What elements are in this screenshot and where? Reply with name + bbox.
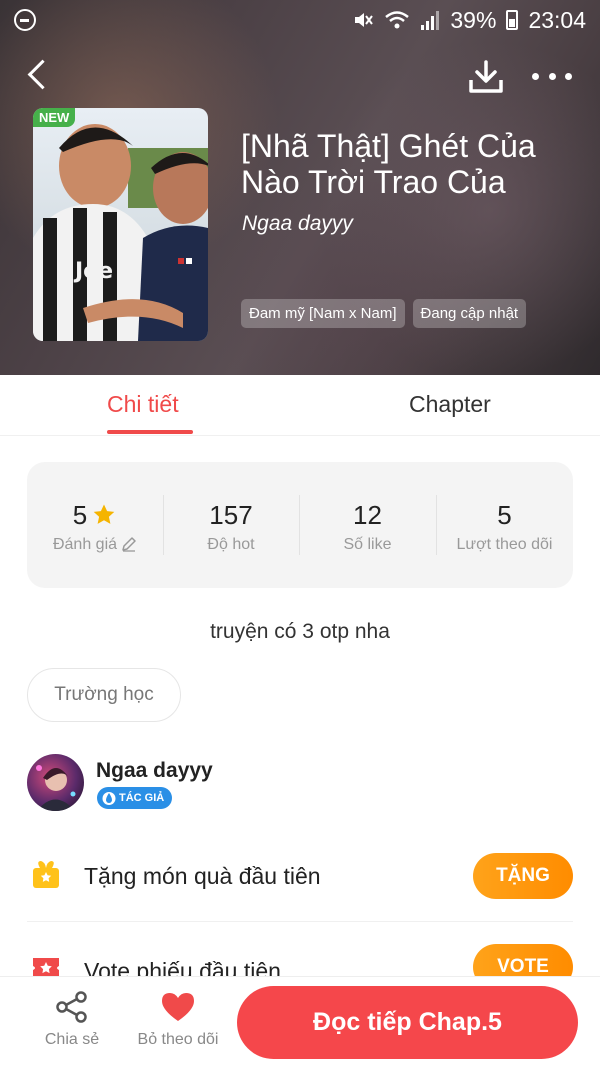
stat-rating-value-row: 5 [27, 500, 163, 531]
bottom-bar: Chia sẻ Bỏ theo dõi Đọc tiếp Chap.5 [0, 976, 600, 1067]
do-not-disturb-icon [14, 9, 36, 31]
stat-followers-label: Lượt theo dõi [456, 536, 553, 553]
author-card[interactable]: Ngaa dayyy TÁC GIẢ [27, 754, 573, 814]
tab-bar: Chi tiết Chapter [0, 375, 600, 436]
gift-row: Tặng món quà đầu tiên TẶNG [27, 841, 573, 922]
author-name[interactable]: Ngaa dayyy [96, 759, 213, 783]
gift-button[interactable]: TẶNG [473, 853, 573, 899]
story-description: truyện có 3 otp nha [210, 620, 390, 643]
stat-rating[interactable]: 5 Đánh giá [27, 462, 163, 588]
cover-image[interactable]: Jee NEW [33, 108, 208, 341]
share-icon [56, 991, 87, 1023]
stat-followers: 5 Lượt theo dõi [436, 462, 573, 588]
avatar-image [36, 765, 76, 811]
avatar[interactable] [27, 754, 84, 811]
battery-icon [506, 10, 519, 30]
story-author[interactable]: Ngaa dayyy [242, 212, 353, 236]
stat-likes: 12 Số like [299, 462, 436, 588]
battery-percent: 39% [450, 7, 497, 33]
star-icon [93, 504, 115, 524]
dot [548, 72, 556, 80]
tag-category[interactable]: Đam mỹ [Nam x Nam] [241, 299, 405, 328]
stat-likes-label: Số like [343, 536, 392, 553]
stat-rating-label-row: Đánh giá [27, 536, 163, 554]
stat-followers-value: 5 [497, 500, 512, 530]
share-label: Chia sẻ [44, 1031, 100, 1048]
author-badge-icon [102, 792, 116, 805]
share-button[interactable]: Chia sẻ [34, 991, 110, 1055]
unfollow-button[interactable]: Bỏ theo dõi [132, 991, 224, 1055]
author-role-badge: TÁC GIẢ [97, 787, 173, 809]
stat-hot-value: 157 [209, 500, 253, 530]
story-tags: Đam mỹ [Nam x Nam] Đang cập nhật [241, 299, 527, 328]
pencil-icon [122, 537, 136, 552]
tag-status: Đang cập nhật [412, 299, 527, 328]
svg-text:Jee: Jee [73, 259, 113, 284]
stat-rating-value: 5 [72, 500, 88, 530]
gift-icon [33, 861, 59, 888]
tab-detail[interactable]: Chi tiết [107, 391, 179, 418]
genre-chip[interactable]: Trường học [27, 668, 181, 722]
dot [532, 72, 539, 80]
wifi-icon [385, 11, 410, 29]
status-bar: 39% 23:04 [0, 0, 600, 40]
signal-icon [421, 11, 440, 30]
status-indicators: 39% 23:04 [352, 7, 586, 33]
cover-artwork: Jee [33, 108, 208, 341]
mute-icon [355, 13, 374, 27]
tab-chapter[interactable]: Chapter [409, 391, 491, 418]
author-badge-label: TÁC GIẢ [119, 792, 165, 804]
download-icon[interactable] [466, 58, 506, 98]
stat-rating-label: Đánh giá [52, 536, 118, 553]
story-title: [Nhã Thật] Ghét Của Nào Trời Trao Của [241, 128, 536, 200]
clock: 23:04 [528, 7, 586, 33]
new-badge: NEW [33, 108, 76, 127]
heart-icon [162, 993, 194, 1021]
dot [565, 72, 572, 80]
stats-card: 5 Đánh giá 157 Độ hot 12 Số like 5 Lượt … [27, 462, 573, 588]
stat-hot: 157 Độ hot [163, 462, 299, 588]
back-button[interactable] [22, 58, 56, 92]
active-tab-indicator [107, 430, 193, 434]
stat-likes-value: 12 [353, 500, 382, 530]
stat-hot-label: Độ hot [207, 536, 255, 553]
unfollow-label: Bỏ theo dõi [137, 1031, 219, 1048]
story-header: 39% 23:04 Jee NEW [Nhã Thật] Ghét Của Nà… [0, 0, 600, 375]
gift-text: Tặng món quà đầu tiên [84, 863, 321, 889]
more-dots-icon[interactable] [532, 64, 572, 88]
continue-reading-button[interactable]: Đọc tiếp Chap.5 [237, 986, 578, 1059]
